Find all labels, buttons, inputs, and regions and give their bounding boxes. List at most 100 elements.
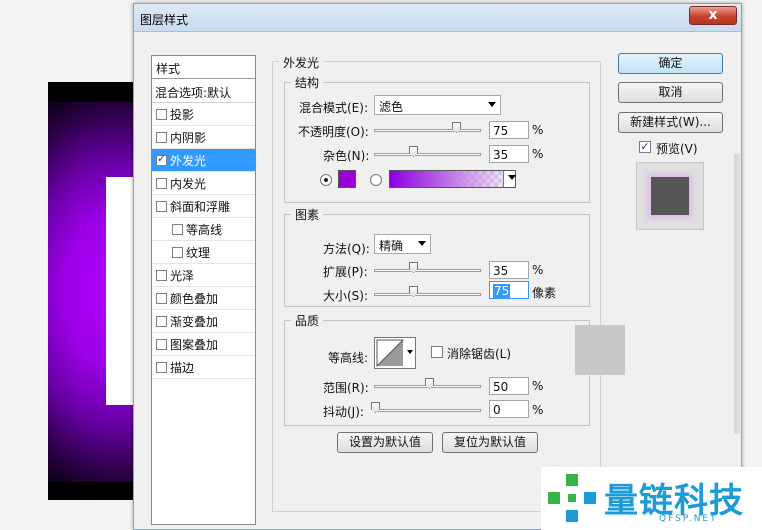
gradient-picker[interactable]	[389, 170, 516, 188]
blend-mode-label: 混合模式(E):	[299, 101, 368, 115]
styles-list: 样式 混合选项:默认 投影内阴影外发光内发光斜面和浮雕等高线纹理光泽颜色叠加渐变…	[151, 55, 256, 525]
gradient-radio[interactable]	[370, 174, 382, 186]
style-checkbox[interactable]	[156, 152, 167, 166]
style-item[interactable]: 投影	[152, 103, 255, 126]
dialog-title: 图层样式	[140, 13, 189, 27]
dialog-scrollbar[interactable]	[734, 154, 740, 434]
style-item-label: 等高线	[186, 223, 223, 237]
style-item[interactable]: 渐变叠加	[152, 310, 255, 333]
style-item[interactable]: 描边	[152, 356, 255, 379]
anti-alias-label: 消除锯齿(L)	[447, 347, 512, 361]
style-item[interactable]: 纹理	[152, 241, 255, 264]
watermark-logo-icon	[548, 474, 596, 522]
style-item[interactable]: 内发光	[152, 172, 255, 195]
ok-button[interactable]: 确定	[618, 53, 723, 74]
jitter-input[interactable]: 0	[489, 400, 529, 418]
close-button[interactable]: x	[689, 6, 737, 25]
noise-label: 杂色(N):	[323, 149, 370, 163]
reset-default-button[interactable]: 复位为默认值	[442, 432, 538, 453]
spread-unit: %	[532, 263, 544, 277]
opacity-label: 不透明度(O):	[298, 125, 369, 139]
style-item-label: 内发光	[170, 177, 207, 191]
style-item[interactable]: 内阴影	[152, 126, 255, 149]
spread-input[interactable]: 35	[489, 261, 529, 279]
anti-alias-checkbox[interactable]	[431, 346, 443, 358]
style-item-label: 渐变叠加	[170, 315, 219, 329]
noise-input[interactable]: 35	[489, 145, 529, 163]
cancel-button[interactable]: 取消	[618, 82, 723, 103]
set-default-button[interactable]: 设置为默认值	[337, 432, 433, 453]
layer-style-dialog: 图层样式 x 样式 混合选项:默认 投影内阴影外发光内发光斜面和浮雕等高线纹理光…	[133, 3, 742, 530]
style-checkbox[interactable]	[156, 109, 167, 120]
style-checkbox[interactable]	[156, 270, 167, 281]
style-checkbox[interactable]	[172, 247, 183, 258]
style-checkbox[interactable]	[156, 201, 167, 212]
contour-picker[interactable]	[374, 337, 416, 369]
style-item-label: 外发光	[170, 154, 207, 168]
range-unit: %	[532, 379, 544, 393]
blend-mode-value: 滤色	[379, 100, 404, 114]
style-item-label: 描边	[170, 361, 195, 375]
style-item-label: 内阴影	[170, 131, 207, 145]
opacity-unit: %	[532, 123, 544, 137]
method-label: 方法(Q):	[323, 242, 370, 256]
watermark-url: QFSP.NET	[659, 514, 718, 524]
jitter-label: 抖动(J):	[323, 405, 364, 419]
style-item-label: 纹理	[186, 246, 211, 260]
preview-label: 预览(V)	[656, 142, 698, 156]
size-label: 大小(S):	[323, 289, 369, 303]
blend-mode-select[interactable]: 滤色	[374, 95, 501, 115]
styles-header[interactable]: 样式	[152, 56, 255, 79]
contour-icon	[376, 339, 405, 368]
noise-unit: %	[532, 147, 544, 161]
style-item-label: 光泽	[170, 269, 195, 283]
method-value: 精确	[379, 239, 404, 253]
style-item[interactable]: 图案叠加	[152, 333, 255, 356]
quality-title: 品质	[291, 312, 324, 329]
solid-color-radio[interactable]	[320, 174, 332, 186]
style-item[interactable]: 斜面和浮雕	[152, 195, 255, 218]
blending-options-item[interactable]: 混合选项:默认	[152, 79, 255, 103]
style-checkbox[interactable]	[156, 132, 167, 143]
style-preview-thumbnail	[636, 162, 704, 230]
range-input[interactable]: 50	[489, 377, 529, 395]
style-checkbox[interactable]	[172, 224, 183, 235]
new-style-button[interactable]: 新建样式(W)...	[618, 112, 723, 133]
jitter-slider[interactable]	[374, 409, 481, 412]
outer-glow-title: 外发光	[279, 54, 324, 71]
style-item-label: 图案叠加	[170, 338, 219, 352]
style-checkbox[interactable]	[156, 339, 167, 350]
size-unit: 像素	[532, 286, 557, 300]
style-item-label: 斜面和浮雕	[170, 200, 231, 214]
opacity-input[interactable]: 75	[489, 121, 529, 139]
style-item[interactable]: 外发光	[152, 149, 255, 172]
elements-title: 图素	[291, 206, 324, 223]
title-bar[interactable]: 图层样式 x	[134, 4, 741, 32]
chevron-down-icon	[418, 241, 426, 246]
style-item-label: 颜色叠加	[170, 292, 219, 306]
style-item[interactable]: 颜色叠加	[152, 287, 255, 310]
noise-slider[interactable]	[374, 153, 481, 156]
spread-slider[interactable]	[374, 269, 481, 272]
document-canvas	[48, 82, 140, 500]
size-input[interactable]: 75	[489, 281, 529, 299]
style-item[interactable]: 等高线	[152, 218, 255, 241]
watermark: 量链科技 QFSP.NET	[541, 467, 762, 530]
glow-color-swatch[interactable]	[338, 170, 356, 188]
opacity-slider[interactable]	[374, 129, 481, 132]
method-select[interactable]: 精确	[374, 234, 431, 254]
structure-title: 结构	[291, 74, 324, 91]
style-item[interactable]: 光泽	[152, 264, 255, 287]
gray-overlay-block	[575, 325, 625, 375]
preview-checkbox[interactable]: ✓	[639, 141, 651, 153]
style-checkbox[interactable]	[156, 178, 167, 189]
size-value: 75	[493, 284, 511, 298]
style-checkbox[interactable]	[156, 362, 167, 373]
contour-label: 等高线:	[328, 351, 369, 365]
style-checkbox[interactable]	[156, 316, 167, 327]
chevron-down-icon	[506, 169, 518, 189]
size-slider[interactable]	[374, 293, 481, 296]
style-checkbox[interactable]	[156, 293, 167, 304]
style-item-label: 投影	[170, 108, 195, 122]
spread-label: 扩展(P):	[323, 265, 368, 279]
